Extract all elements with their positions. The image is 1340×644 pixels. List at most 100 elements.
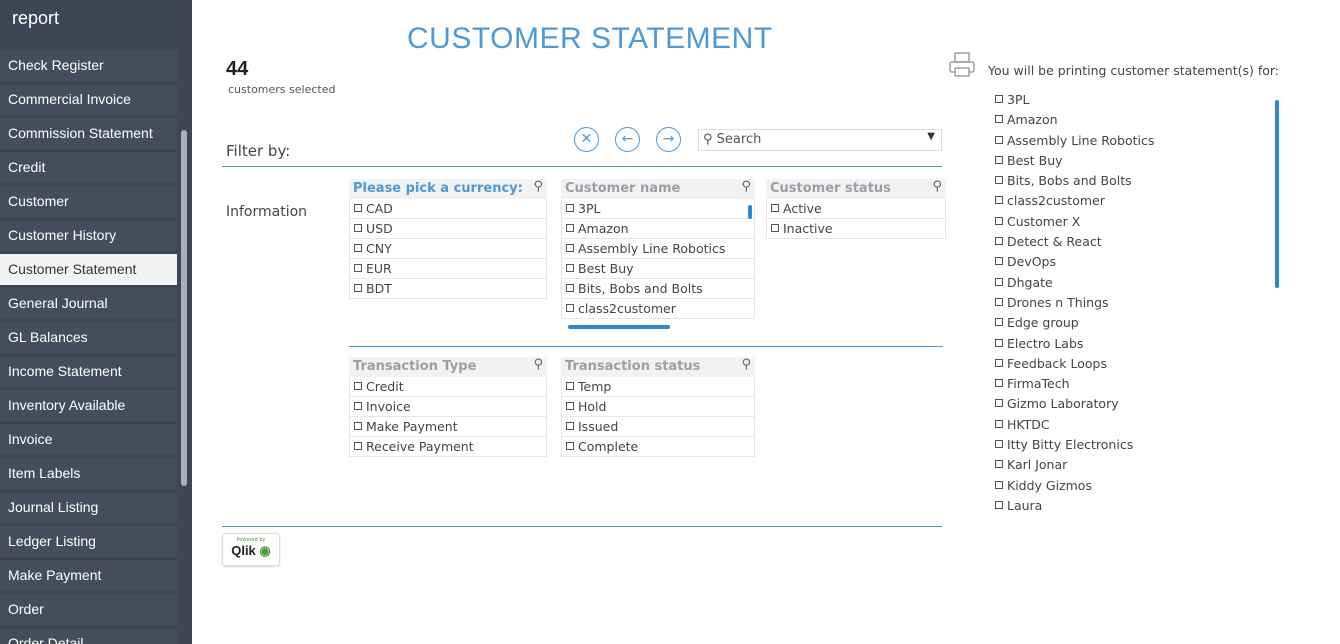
listbox-item[interactable]: Active xyxy=(766,199,946,219)
print-customer-item[interactable]: Amazon xyxy=(995,112,1154,132)
listbox-item[interactable]: Credit xyxy=(349,377,547,397)
listbox-item[interactable]: 3PL xyxy=(561,199,755,219)
listbox-item[interactable]: Complete xyxy=(561,437,755,457)
customer-name-hscrollbar[interactable] xyxy=(568,325,670,329)
print-customer-item[interactable]: DevOps xyxy=(995,254,1154,274)
print-customer-item[interactable]: Best Buy xyxy=(995,153,1154,173)
print-customer-item[interactable]: Feedback Loops xyxy=(995,356,1154,376)
sidebar-item[interactable]: Order xyxy=(0,594,177,625)
forward-button[interactable]: → xyxy=(656,127,681,152)
sidebar-item[interactable]: Customer History xyxy=(0,220,177,251)
divider xyxy=(222,166,942,167)
selected-count: 44 xyxy=(226,58,249,80)
sidebar-item[interactable]: Make Payment xyxy=(0,560,177,591)
sidebar: report Check Register Commercial Invoice C… xyxy=(0,0,192,644)
listbox-title-text: Please pick a currency: xyxy=(353,181,523,196)
sidebar-item[interactable]: Commercial Invoice xyxy=(0,84,177,115)
print-customer-item[interactable]: Edge group xyxy=(995,315,1154,335)
qlik-logo: Powered by Qlik ◉ xyxy=(222,533,280,566)
sidebar-item[interactable]: Customer Statement xyxy=(0,254,177,285)
print-customer-item[interactable]: Assembly Line Robotics xyxy=(995,133,1154,153)
divider xyxy=(349,346,943,347)
search-icon[interactable]: ⚲ xyxy=(741,179,751,194)
sidebar-item[interactable]: Customer xyxy=(0,186,177,217)
print-customer-item[interactable]: class2customer xyxy=(995,193,1154,213)
listbox-item[interactable]: Receive Payment xyxy=(349,437,547,457)
print-customer-item[interactable]: Electro Labs xyxy=(995,336,1154,356)
sidebar-title: report xyxy=(0,0,192,40)
sidebar-item[interactable]: GL Balances xyxy=(0,322,177,353)
print-customer-item[interactable]: FirmaTech xyxy=(995,376,1154,396)
filter-label: Filter by: xyxy=(226,142,291,160)
sidebar-list: Check Register Commercial Invoice Commissi… xyxy=(0,50,177,644)
listbox-item[interactable]: class2customer xyxy=(561,299,755,319)
listbox-title: Transaction Type ⚲ xyxy=(349,357,547,377)
listbox-title: Transaction status ⚲ xyxy=(561,357,755,377)
sidebar-item[interactable]: Commission Statement xyxy=(0,118,177,149)
sidebar-item[interactable]: Credit xyxy=(0,152,177,183)
sidebar-item[interactable]: Journal Listing xyxy=(0,492,177,523)
print-customer-item[interactable]: Kiddy Gizmos xyxy=(995,478,1154,498)
customer-name-scrollbar[interactable] xyxy=(748,205,752,219)
listbox-title-text: Customer status xyxy=(770,181,891,196)
information-label: Information xyxy=(226,204,308,220)
search-icon: ⚲ xyxy=(703,132,713,147)
sidebar-item[interactable]: Income Statement xyxy=(0,356,177,387)
sidebar-item[interactable]: Ledger Listing xyxy=(0,526,177,557)
qlik-name: Qlik ◉ xyxy=(231,543,271,558)
listbox-item[interactable]: Best Buy xyxy=(561,259,755,279)
print-customer-item[interactable]: Itty Bitty Electronics xyxy=(995,437,1154,457)
listbox-item[interactable]: Invoice xyxy=(349,397,547,417)
print-customer-item[interactable]: Drones n Things xyxy=(995,295,1154,315)
search-placeholder: Search xyxy=(716,132,762,147)
listbox-title: Please pick a currency: ⚲ xyxy=(349,179,547,199)
listbox-item[interactable]: Bits, Bobs and Bolts xyxy=(561,279,755,299)
listbox-item[interactable]: Amazon xyxy=(561,219,755,239)
dropdown-arrow-icon[interactable]: ▼ xyxy=(927,131,935,142)
sidebar-item[interactable]: Item Labels xyxy=(0,458,177,489)
back-button[interactable]: ← xyxy=(615,127,640,152)
listbox-item[interactable]: CNY xyxy=(349,239,547,259)
listbox-title: Customer status ⚲ xyxy=(766,179,946,199)
listbox-title-text: Transaction status xyxy=(565,359,701,374)
listbox-item[interactable]: Assembly Line Robotics xyxy=(561,239,755,259)
listbox-item[interactable]: CAD xyxy=(349,199,547,219)
sidebar-item[interactable]: Order Detail xyxy=(0,628,177,644)
printer-icon[interactable] xyxy=(948,52,976,78)
listbox-item[interactable]: Inactive xyxy=(766,219,946,239)
listbox-item[interactable]: Make Payment xyxy=(349,417,547,437)
listbox-item[interactable]: EUR xyxy=(349,259,547,279)
print-customer-item[interactable]: HKTDC xyxy=(995,417,1154,437)
customer-status-listbox: Customer status ⚲ Active Inactive xyxy=(766,179,946,239)
sidebar-item[interactable]: General Journal xyxy=(0,288,177,319)
sidebar-item[interactable]: Invoice xyxy=(0,424,177,455)
print-customer-item[interactable]: Customer X xyxy=(995,214,1154,234)
search-input[interactable]: ⚲ Search ▼ xyxy=(698,129,942,151)
listbox-item[interactable]: Hold xyxy=(561,397,755,417)
search-icon[interactable]: ⚲ xyxy=(533,179,543,194)
print-customer-item[interactable]: Gizmo Laboratory xyxy=(995,396,1154,416)
print-list-scrollbar[interactable] xyxy=(1275,100,1279,288)
listbox-title-text: Transaction Type xyxy=(353,359,477,374)
print-customer-item[interactable]: Bits, Bobs and Bolts xyxy=(995,173,1154,193)
clear-selections-button[interactable]: ✕ xyxy=(574,127,599,152)
search-icon[interactable]: ⚲ xyxy=(932,179,942,194)
search-icon[interactable]: ⚲ xyxy=(741,357,751,372)
sidebar-item[interactable]: Check Register xyxy=(0,50,177,81)
selected-count-label: customers selected xyxy=(228,83,336,96)
listbox-item[interactable]: Issued xyxy=(561,417,755,437)
listbox-item[interactable]: USD xyxy=(349,219,547,239)
divider xyxy=(222,526,942,527)
print-customer-item[interactable]: Karl Jonar xyxy=(995,457,1154,477)
print-customer-item[interactable]: Dhgate xyxy=(995,275,1154,295)
print-customer-item[interactable]: Laura xyxy=(995,498,1154,518)
sidebar-item[interactable]: Inventory Available xyxy=(0,390,177,421)
sidebar-scrollbar[interactable] xyxy=(181,130,187,486)
listbox-item[interactable]: Temp xyxy=(561,377,755,397)
search-icon[interactable]: ⚲ xyxy=(533,357,543,372)
print-customer-item[interactable]: 3PL xyxy=(995,92,1154,112)
listbox-item[interactable]: BDT xyxy=(349,279,547,299)
print-customer-item[interactable]: Detect & React xyxy=(995,234,1154,254)
currency-listbox: Please pick a currency: ⚲ CAD USD CNY EUR BDT xyxy=(349,179,547,299)
customer-name-listbox: Customer name ⚲ 3PL Amazon Assembly Line Rob… xyxy=(561,179,755,319)
